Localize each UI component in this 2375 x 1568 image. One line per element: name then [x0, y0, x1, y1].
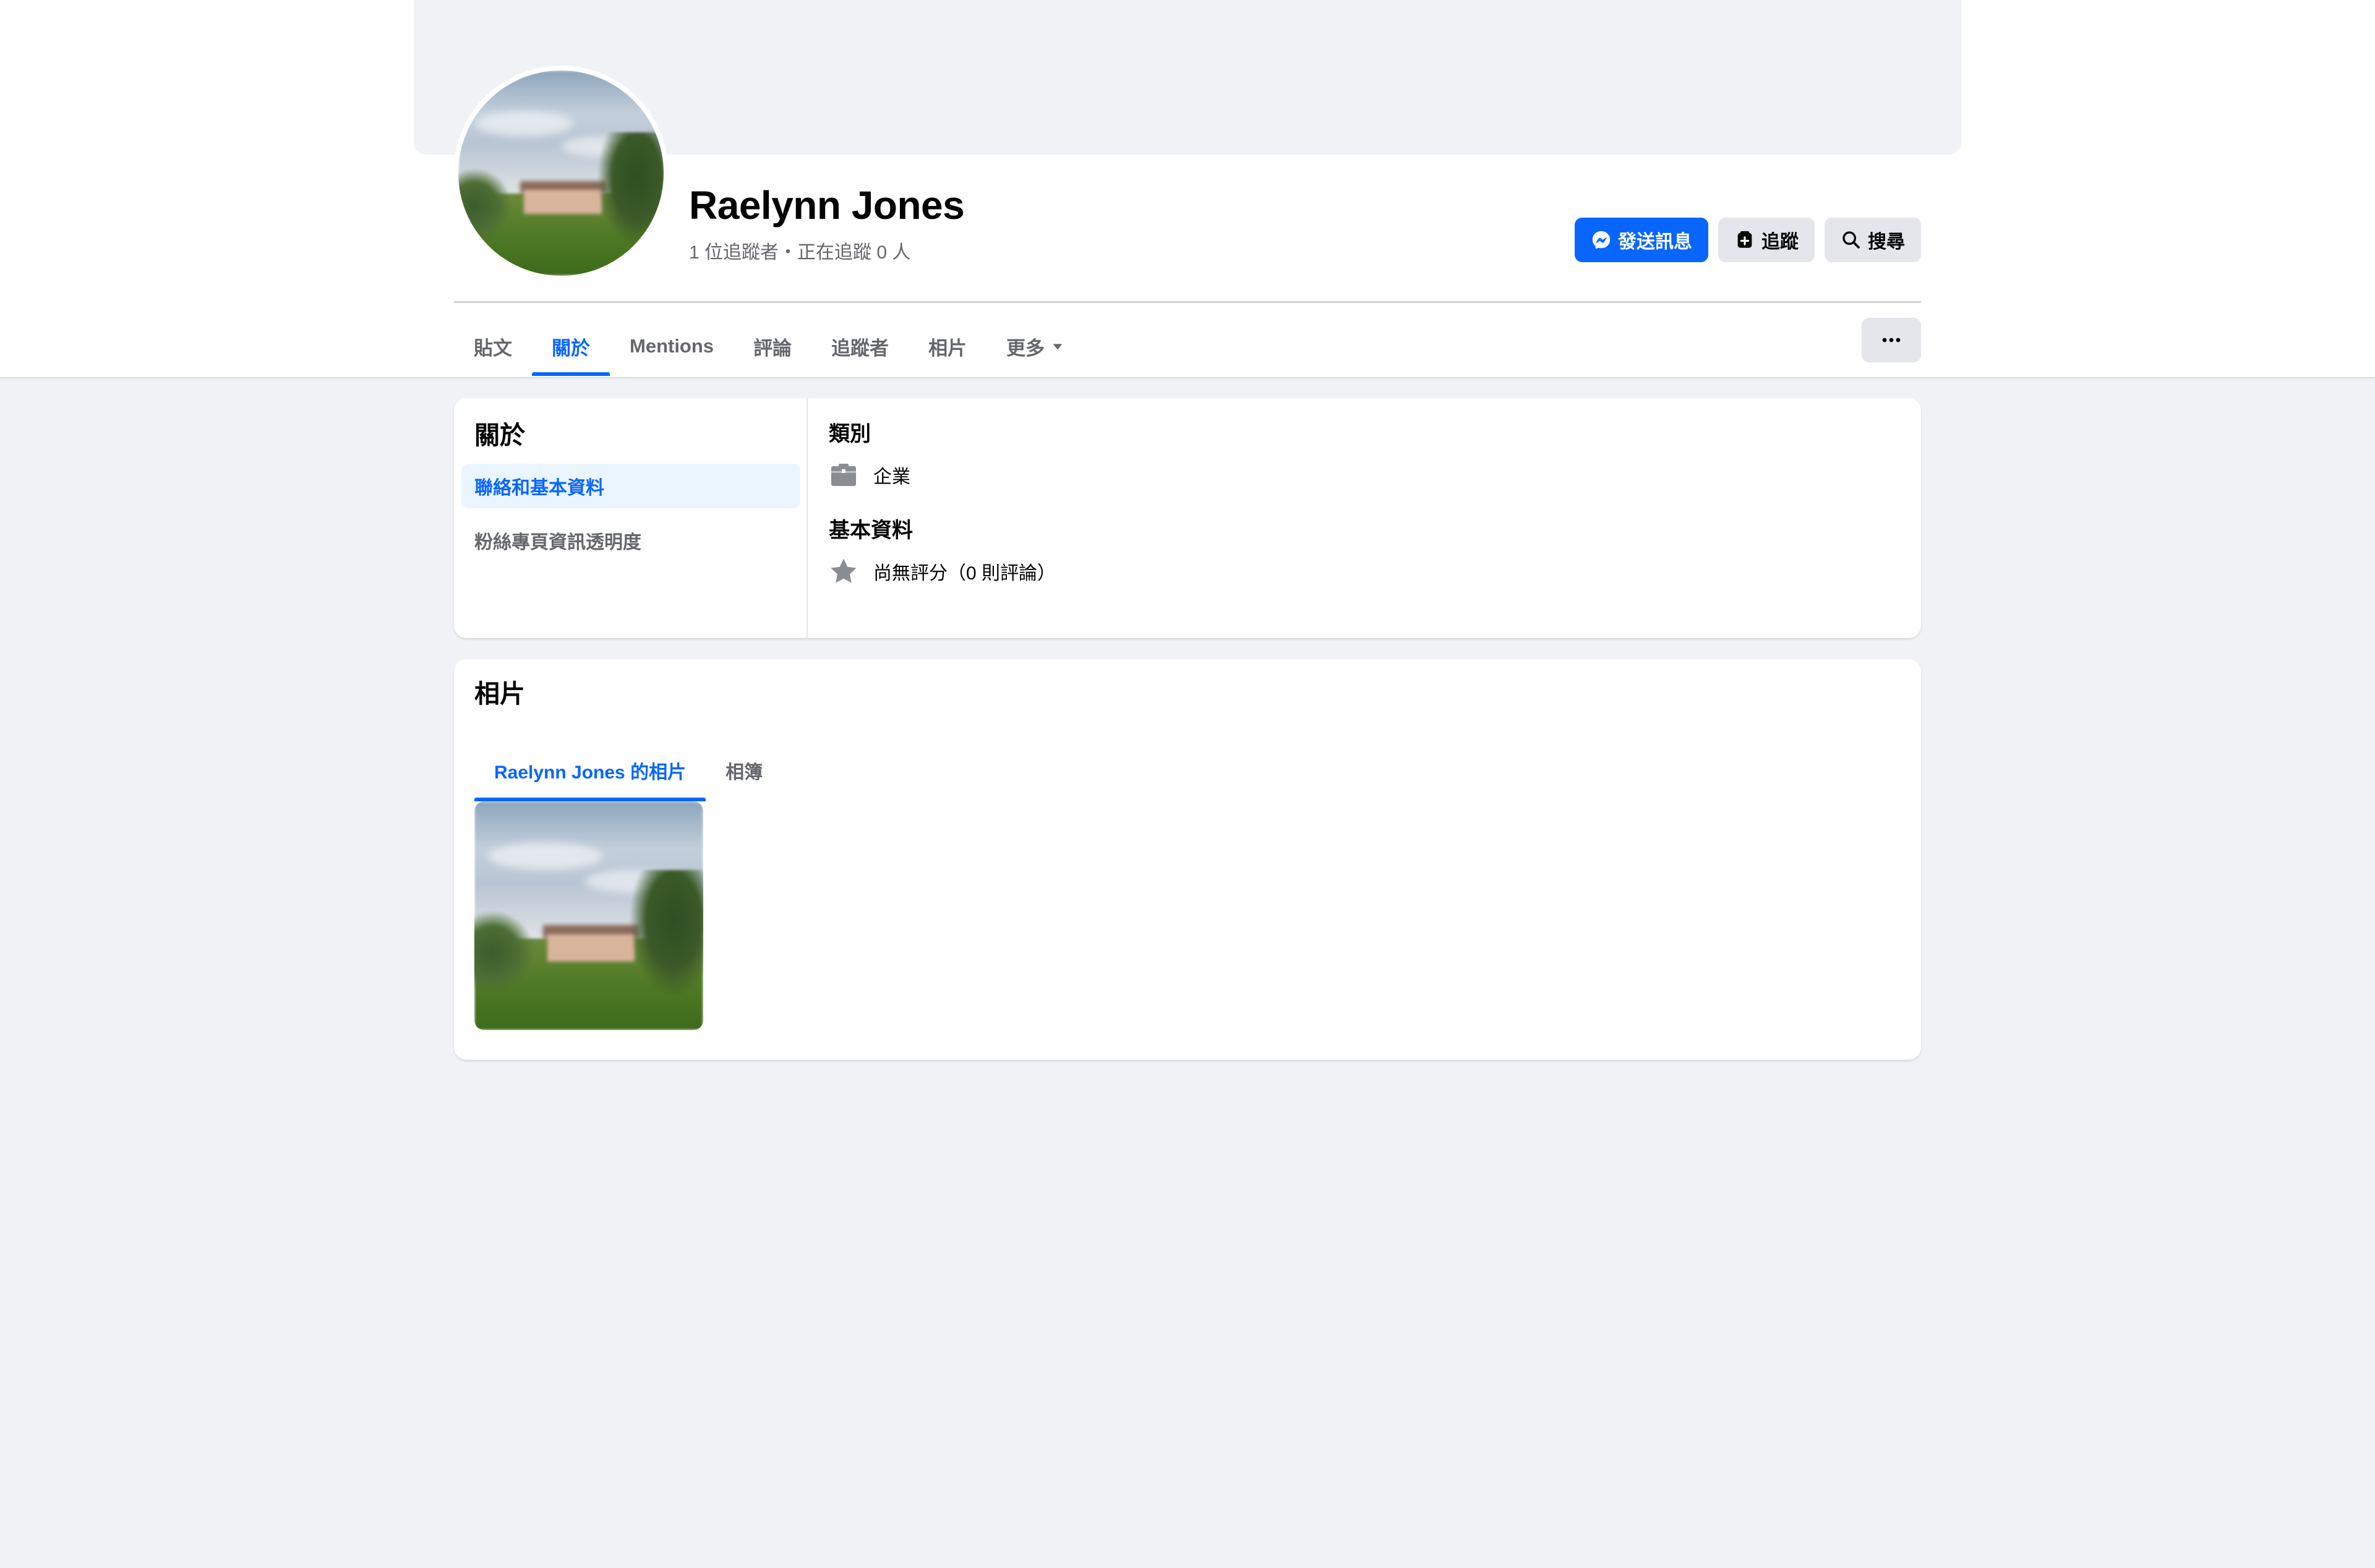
send-message-label: 發送訊息 [1618, 232, 1692, 252]
search-button[interactable]: 搜尋 [1825, 218, 1921, 262]
about-content: 類別 企業 基本資料 尚無評分（0 則評論） [808, 398, 1921, 638]
profile-avatar[interactable] [453, 66, 669, 281]
profile-tabs: 貼文 關於 Mentions 評論 追蹤者 相片 更多 [454, 317, 1084, 376]
profile-actions: 發送訊息 追蹤 搜尋 [1575, 218, 1921, 262]
tab-reviews[interactable]: 評論 [734, 317, 811, 376]
ellipsis-icon [1882, 338, 1901, 343]
send-message-button[interactable]: 發送訊息 [1575, 218, 1708, 262]
rating-row: 尚無評分（0 則評論） [829, 556, 1056, 586]
briefcase-icon [831, 464, 856, 486]
tab-photos[interactable]: 相片 [909, 317, 986, 376]
tab-label: 貼文 [474, 337, 512, 359]
about-nav-page-transparency[interactable]: 粉絲專頁資訊透明度 [461, 518, 800, 563]
about-nav-contact-basic-info[interactable]: 聯絡和基本資料 [461, 464, 800, 508]
photos-card: 相片 Raelynn Jones 的相片 相簿 [454, 659, 1921, 1060]
tab-label: 相片 [928, 337, 967, 359]
search-label: 搜尋 [1868, 232, 1905, 252]
tab-about[interactable]: 關於 [532, 317, 610, 376]
tab-label: 關於 [552, 337, 590, 359]
rating-value[interactable]: 尚無評分（0 則評論） [873, 558, 1056, 585]
about-sidebar: 關於 聯絡和基本資料 粉絲專頁資訊透明度 [454, 398, 808, 638]
about-card: 關於 聯絡和基本資料 粉絲專頁資訊透明度 類別 企業 基本資料 尚無評分（0 則… [454, 398, 1921, 638]
avatar-image [458, 70, 664, 276]
page-title: Raelynn Jones [689, 183, 965, 228]
category-value: 企業 [873, 467, 910, 487]
follow-label: 追蹤 [1761, 232, 1799, 252]
photo-image [474, 801, 703, 1030]
category-heading: 類別 [829, 422, 871, 446]
follower-stats[interactable]: 1 位追蹤者・正在追蹤 0 人 [689, 237, 910, 264]
about-title: 關於 [474, 421, 525, 450]
follow-button[interactable]: 追蹤 [1718, 218, 1815, 262]
tab-albums[interactable]: 相簿 [706, 739, 782, 801]
basic-info-heading: 基本資料 [829, 519, 913, 542]
caret-down-icon [1053, 344, 1063, 350]
tab-more[interactable]: 更多 [986, 317, 1084, 376]
tab-label: Mentions [630, 335, 714, 357]
tab-mentions[interactable]: Mentions [610, 317, 734, 376]
tab-owner-photos[interactable]: Raelynn Jones 的相片 [474, 739, 706, 801]
more-options-button[interactable] [1862, 318, 1921, 362]
tab-label: 更多 [1006, 337, 1045, 359]
tab-followers[interactable]: 追蹤者 [811, 317, 909, 376]
category-row: 企業 [829, 460, 910, 490]
photo-thumbnail[interactable] [474, 801, 703, 1030]
tab-posts[interactable]: 貼文 [454, 317, 532, 376]
messenger-icon [1592, 231, 1611, 249]
header-divider [454, 301, 1921, 303]
tab-label: 追蹤者 [831, 337, 889, 359]
photos-title[interactable]: 相片 [474, 673, 525, 710]
follow-icon [1737, 231, 1752, 248]
search-icon [1842, 231, 1860, 249]
photo-tabs: Raelynn Jones 的相片 相簿 [474, 739, 782, 801]
star-icon [831, 558, 857, 583]
tab-label: 評論 [753, 337, 792, 359]
